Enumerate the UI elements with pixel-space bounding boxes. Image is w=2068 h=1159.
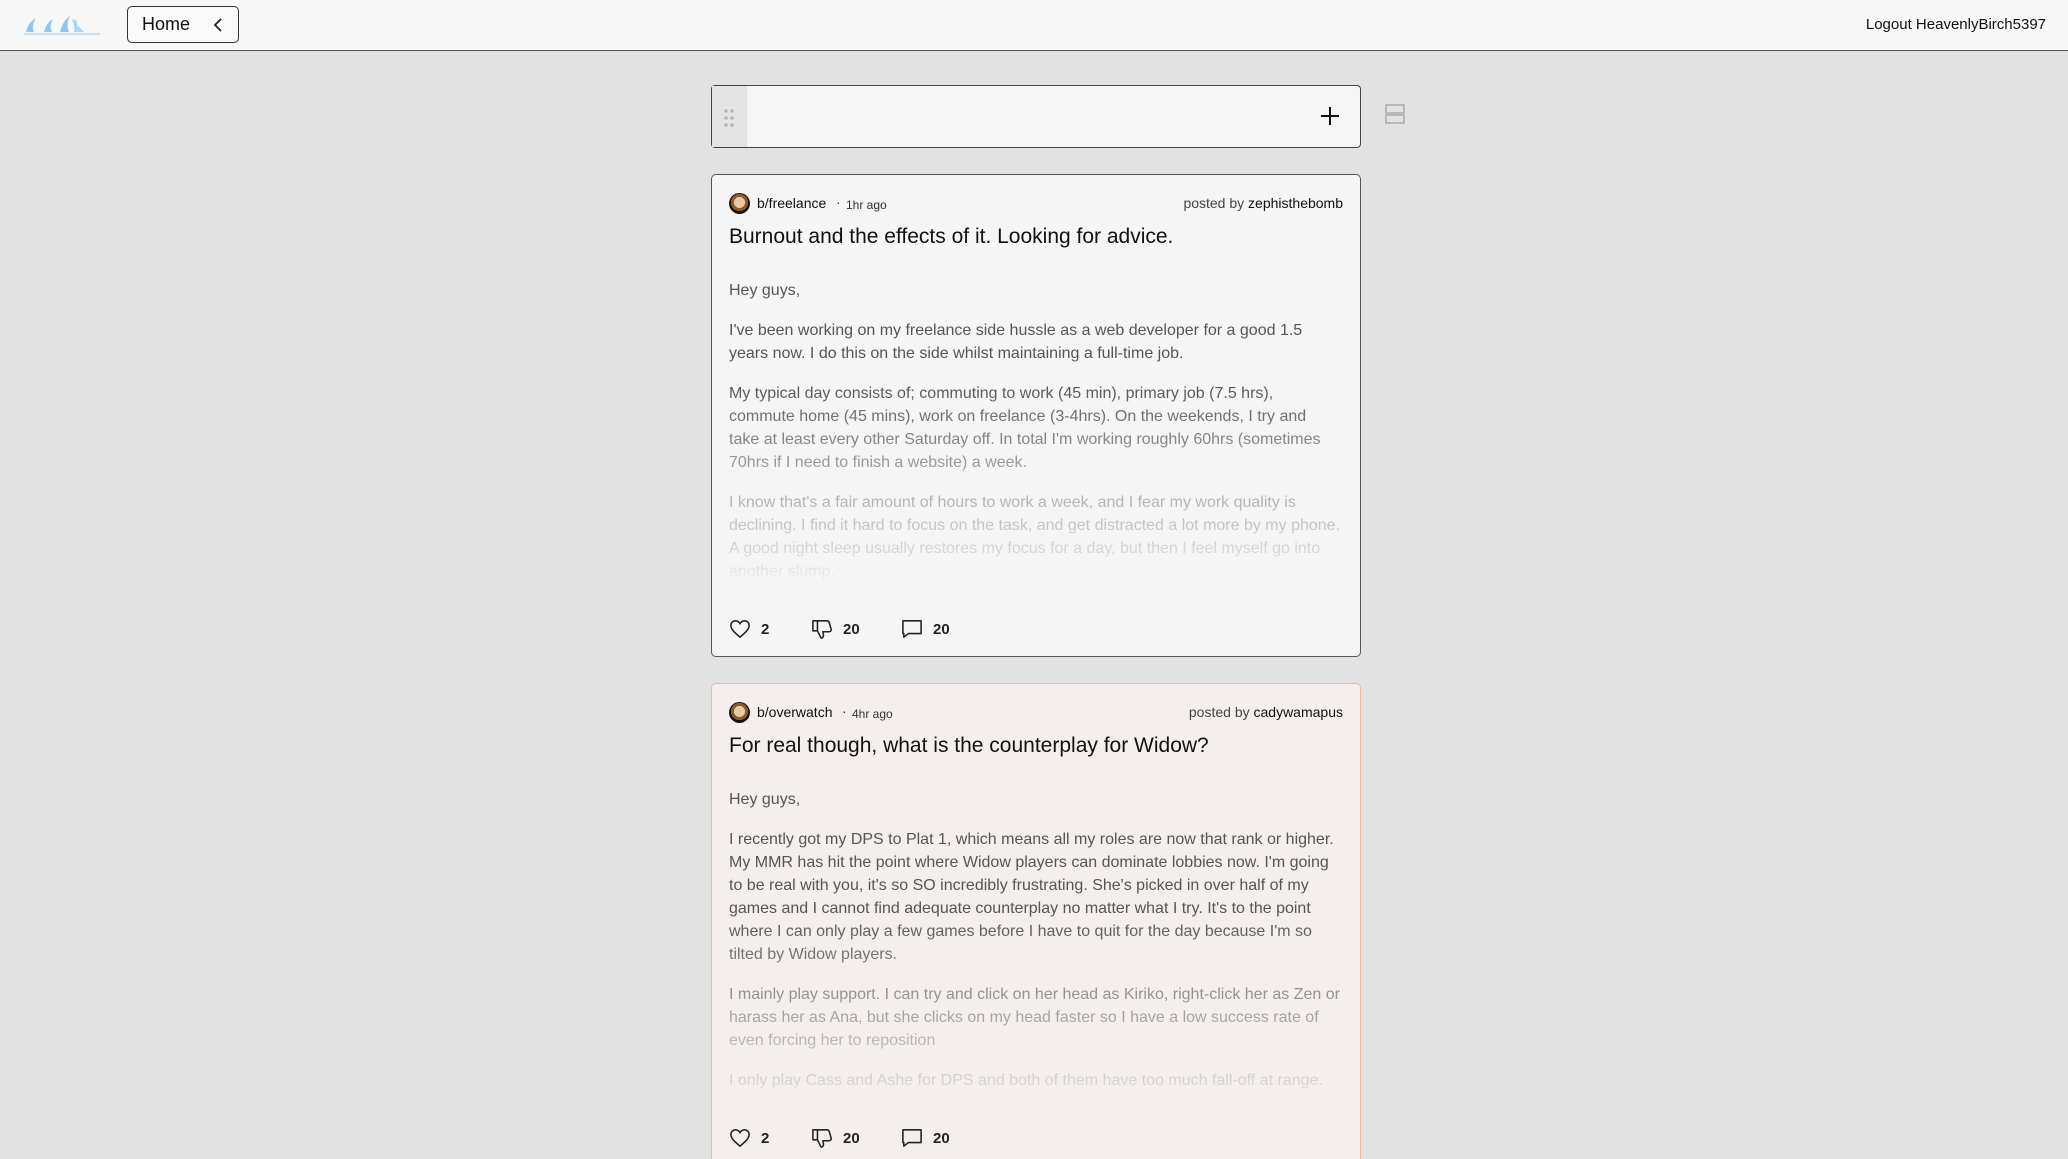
site-logo[interactable] [22,8,102,38]
heart-icon [730,620,750,639]
post-actions: 2 20 20 [729,617,1029,641]
post-paragraph: I recently got my DPS to Plat 1, which m… [729,831,1334,963]
post-body: Hey guys, I recently got my DPS to Plat … [729,788,1340,1106]
post-actions: 2 20 20 [729,1126,1029,1150]
subreddit-link[interactable]: b/freelance [757,195,826,211]
post-time: 1hr ago [846,198,887,212]
logout-link[interactable]: Logout HeavenlyBirch5397 [1866,16,2046,33]
post-body: Hey guys, I've been working on my freela… [729,279,1340,583]
top-bar: Home Logout HeavenlyBirch5397 [0,0,2068,51]
comment-count: 20 [933,1130,950,1147]
subreddit-avatar [729,702,750,723]
drag-handle-icon [724,109,734,127]
post-composer [711,85,1361,148]
drag-handle[interactable] [712,86,747,147]
post-meta: b/freelance · 1hr ago posted by zephisth… [729,192,1343,216]
posted-by: posted by cadywamapus [1189,704,1343,720]
post-title[interactable]: For real though, what is the counterplay… [729,734,1343,758]
posted-by: posted by zephisthebomb [1183,195,1343,211]
home-label: Home [142,14,191,34]
dislike-count: 20 [843,1130,860,1147]
like-count: 2 [761,1130,770,1147]
plus-icon[interactable] [1318,104,1342,128]
thumbs-down-icon [812,1129,832,1148]
separator-dot: · [842,703,847,719]
post-paragraph: I only play Cass and Ashe for DPS and bo… [729,1072,1323,1089]
author-link[interactable]: cadywamapus [1254,704,1344,720]
subreddit-link[interactable]: b/overwatch [757,704,832,720]
subreddit-avatar [729,193,750,214]
chevron-left-icon [213,18,222,32]
home-dropdown-button[interactable]: Home [127,6,239,43]
post-title[interactable]: Burnout and the effects of it. Looking f… [729,225,1343,249]
post-paragraph: I've been working on my freelance side h… [729,322,1303,362]
posted-by-prefix: posted by [1183,195,1245,211]
like-count: 2 [761,621,770,638]
post-paragraph: My typical day consists of; commuting to… [729,385,1321,471]
post-time: 4hr ago [852,707,893,721]
post-meta: b/overwatch · 4hr ago posted by cadywama… [729,701,1343,725]
post-paragraph: Hey guys, [729,282,801,299]
post-paragraph: Hey guys, [729,791,801,808]
post-paragraph: I know that's a fair amount of hours to … [729,494,1340,580]
dislike-count: 20 [843,621,860,638]
comment-icon [902,1129,922,1147]
comment-count: 20 [933,621,950,638]
author-link[interactable]: zephisthebomb [1248,195,1343,211]
layout-rows-icon[interactable] [1384,103,1406,125]
composer-input[interactable] [752,94,1272,139]
post-paragraph: I mainly play support. I can try and cli… [729,986,1340,1049]
separator-dot: · [836,194,841,210]
posted-by-prefix: posted by [1188,704,1250,720]
comment-icon [902,620,922,638]
thumbs-down-icon [812,620,832,639]
post-card[interactable]: b/freelance · 1hr ago posted by zephisth… [711,174,1361,657]
heart-icon [730,1129,750,1148]
post-card[interactable]: b/overwatch · 4hr ago posted by cadywama… [711,683,1361,1159]
